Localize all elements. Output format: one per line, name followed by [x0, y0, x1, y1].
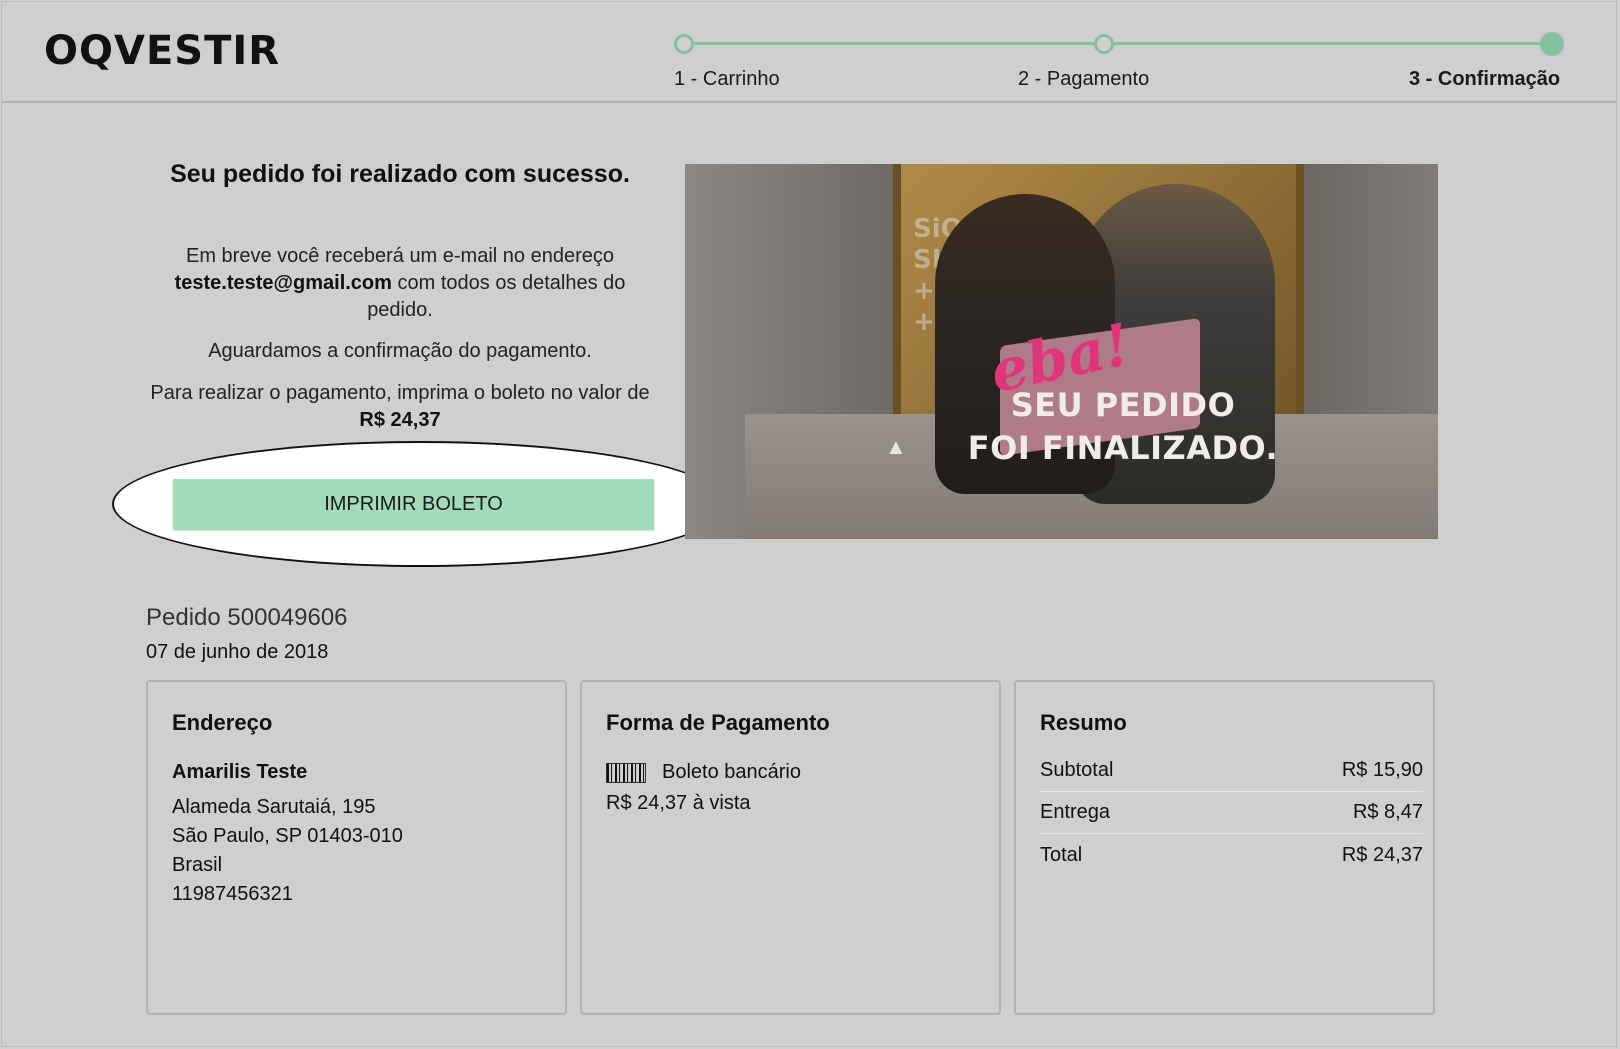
play-triangle-icon: ▲ [885, 434, 907, 459]
summary-row-total: Total R$ 24,37 [1040, 834, 1423, 876]
payment-value: R$ 24,37 [359, 409, 441, 431]
summary-row-subtotal: Subtotal R$ 15,90 [1040, 750, 1423, 792]
email-message: Em breve você receberá um e-mail no ende… [140, 243, 660, 324]
address-phone: 11987456321 [172, 883, 293, 905]
email-address: teste.teste@gmail.com [174, 272, 392, 294]
payment-amount: R$ 24,37 à vista [606, 792, 751, 814]
order-finished-banner: SiO4 + SILIC + BI + ZI eba! ▲ SEU PEDIDO… [685, 164, 1438, 539]
recipient-name: Amarilis Teste [172, 761, 308, 783]
email-message-prefix: Em breve você receberá um e-mail no ende… [186, 245, 614, 267]
success-title: Seu pedido foi realizado com sucesso. [170, 160, 630, 188]
print-boleto-button[interactable]: IMPRIMIR BOLETO [173, 479, 654, 530]
step-label-confirmacao: 3 - Confirmação [1409, 68, 1561, 90]
step-dot-carrinho [674, 34, 694, 54]
summary-card-title: Resumo [1040, 710, 1127, 735]
summary-label: Subtotal [1040, 759, 1114, 781]
banner-title-line1: SEU PEDIDO [1010, 386, 1236, 424]
checkout-progress-line [686, 42, 1552, 45]
step-dot-pagamento [1094, 34, 1114, 54]
order-date: 07 de junho de 2018 [146, 641, 329, 663]
summary-label: Total [1040, 843, 1083, 866]
awaiting-payment-message: Aguardamos a confirmação do pagamento. [208, 340, 592, 362]
summary-row-shipping: Entrega R$ 8,47 [1040, 792, 1423, 834]
step-dot-confirmacao [1540, 32, 1564, 56]
logo[interactable]: OQVESTIR [44, 28, 280, 74]
summary-value: R$ 8,47 [1352, 801, 1423, 823]
payment-instruction-text: Para realizar o pagamento, imprima o bol… [150, 382, 650, 404]
summary-value: R$ 15,90 [1341, 759, 1423, 781]
step-label-carrinho: 1 - Carrinho [674, 68, 780, 90]
header: OQVESTIR 1 - Carrinho 2 - Pagamento 3 - … [2, 2, 1617, 103]
banner-title-line2: FOI FINALIZADO. [967, 429, 1279, 467]
payment-card-title: Forma de Pagamento [606, 710, 830, 735]
email-message-suffix: com todos os detalhes do pedido. [367, 272, 626, 321]
banner-title: SEU PEDIDO FOI FINALIZADO. [913, 384, 1333, 470]
payment-card: Forma de Pagamento Boleto bancário R$ 24… [580, 680, 1001, 1015]
payment-instruction: Para realizar o pagamento, imprima o bol… [140, 380, 660, 434]
order-number: Pedido 500049606 [146, 604, 348, 631]
barcode-icon [606, 763, 646, 783]
payment-method: Boleto bancário [662, 761, 801, 783]
address-street: Alameda Sarutaiá, 195 [172, 796, 376, 818]
address-card: Endereço Amarilis Teste Alameda Sarutaiá… [146, 680, 567, 1015]
address-country: Brasil [172, 854, 223, 876]
address-city: São Paulo, SP 01403-010 [172, 825, 403, 847]
summary-label: Entrega [1040, 801, 1111, 823]
step-label-pagamento: 2 - Pagamento [1018, 68, 1150, 90]
summary-value: R$ 24,37 [1341, 843, 1423, 866]
address-card-title: Endereço [172, 710, 273, 735]
summary-card: Resumo Subtotal R$ 15,90 Entrega R$ 8,47… [1014, 680, 1435, 1015]
